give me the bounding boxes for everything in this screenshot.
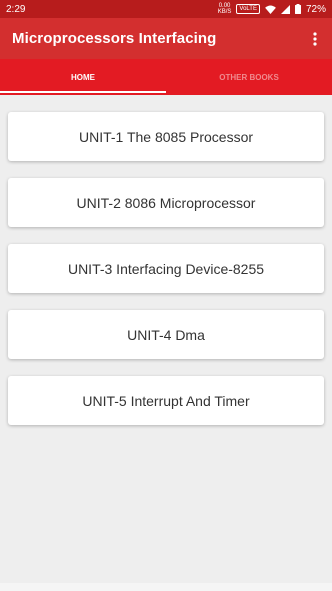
app-bar: Microprocessors Interfacing: [0, 18, 332, 59]
tab-other-books[interactable]: OTHER BOOKS: [166, 59, 332, 95]
unit-card-2[interactable]: UNIT-2 8086 Microprocessor: [8, 178, 324, 227]
selected-tab-indicator: [0, 91, 166, 93]
unit-card-label: UNIT-1 The 8085 Processor: [78, 128, 254, 145]
unit-card-label: UNIT-2 8086 Microprocessor: [76, 194, 256, 211]
unit-card-5[interactable]: UNIT-5 Interrupt And Timer: [8, 376, 324, 425]
more-vert-icon[interactable]: [308, 29, 322, 49]
battery-icon: [294, 4, 301, 14]
signal-icon: [280, 4, 290, 14]
tab-bar: HOME OTHER BOOKS: [0, 59, 332, 95]
battery-percent: 72%: [305, 3, 326, 15]
tab-home-label: HOME: [71, 72, 95, 82]
network-speed-unit: KB/S: [217, 9, 232, 15]
unit-card-3[interactable]: UNIT-3 Interfacing Device-8255: [8, 244, 324, 293]
unit-card-4[interactable]: UNIT-4 Dma: [8, 310, 324, 359]
unit-card-label: UNIT-5 Interrupt And Timer: [82, 392, 250, 409]
network-speed: 0.00 KB/S: [218, 3, 232, 15]
unit-card-label: UNIT-3 Interfacing Device-8255: [67, 260, 265, 277]
status-time: 2:29: [6, 3, 26, 15]
status-bar: 2:29 0.00 KB/S VoLTE 72%: [0, 0, 332, 18]
volte-badge: VoLTE: [236, 4, 260, 14]
unit-card-1[interactable]: UNIT-1 The 8085 Processor: [8, 112, 324, 161]
app-title: Microprocessors Interfacing: [12, 30, 217, 47]
bottom-edge: [0, 583, 332, 591]
status-icons: 0.00 KB/S VoLTE 72%: [218, 3, 326, 15]
unit-card-label: UNIT-4 Dma: [127, 326, 205, 343]
wifi-icon: [265, 4, 276, 14]
tab-home[interactable]: HOME: [0, 59, 166, 95]
tab-other-books-label: OTHER BOOKS: [219, 72, 279, 82]
